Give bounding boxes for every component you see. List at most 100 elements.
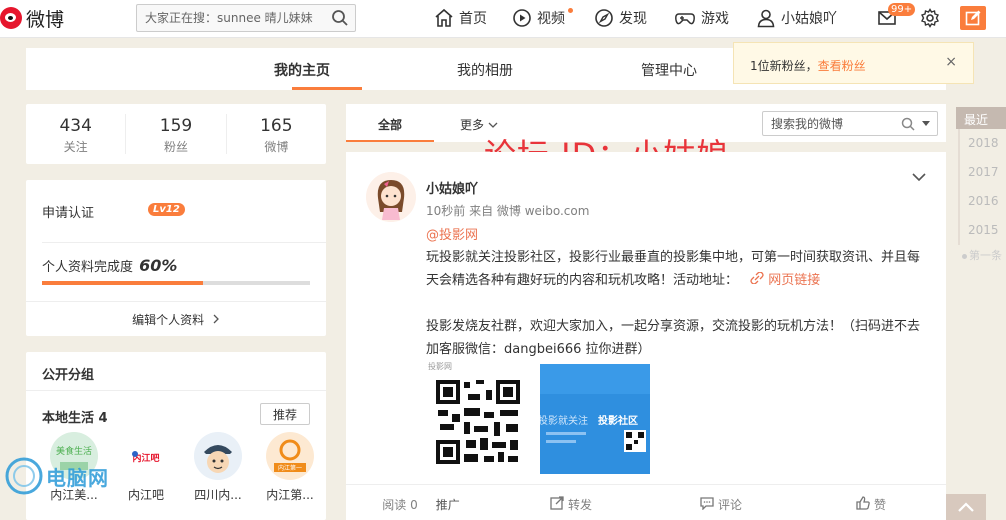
- nav-home[interactable]: 首页: [434, 6, 487, 30]
- web-link[interactable]: 网页链接: [768, 273, 820, 288]
- read-count-label: 阅读 0: [382, 498, 418, 512]
- weibo-logo[interactable]: 微博: [0, 4, 64, 32]
- tab-my-album[interactable]: 我的相册: [457, 60, 513, 80]
- apply-verify-link[interactable]: 申请认证: [42, 202, 94, 221]
- year-timeline: 最近 2018 2017 2016 2015 第一条: [956, 107, 1006, 263]
- search-input[interactable]: [137, 5, 323, 31]
- divider: [26, 301, 326, 302]
- recommend-button[interactable]: 推荐: [260, 403, 310, 425]
- nav-games[interactable]: 游戏: [674, 6, 729, 30]
- notice-text: 1位新粉丝，: [750, 59, 818, 73]
- mention-link[interactable]: @投影网: [426, 224, 478, 243]
- comment-button[interactable]: 评论: [646, 485, 796, 520]
- post-body: 玩投影就关注投影社区，投影行业最垂直的投影集中地，可第一时间获取资讯、并且每天会…: [426, 246, 926, 361]
- nav-user[interactable]: 小姑娘吖: [756, 6, 837, 30]
- banner-text-bold: 投影社区: [598, 414, 638, 427]
- tab-manage-center[interactable]: 管理中心: [641, 60, 697, 80]
- nav-discover-label: 发现: [619, 11, 647, 27]
- banner-graphic: 投影就关注 投影社区: [540, 364, 650, 474]
- timeline-first-label: 第一条: [969, 249, 1002, 262]
- divider: [26, 390, 326, 391]
- forward-icon: [550, 496, 564, 510]
- chevron-down-icon: [488, 122, 498, 128]
- nav-games-label: 游戏: [701, 11, 729, 27]
- group-item[interactable]: 内江第一 内江第...: [254, 432, 326, 503]
- group-label: 内江第...: [266, 488, 314, 502]
- close-icon[interactable]: ×: [945, 54, 957, 70]
- timeline-dot: [962, 254, 967, 259]
- post-paragraph: 投影发烧友社群，欢迎大家加入，一起分享资源，交流投影的玩机方法！（扫码进不去加客…: [426, 319, 921, 357]
- timeline-year[interactable]: 2015: [958, 216, 1006, 245]
- stat-weibo-count: 165: [260, 116, 293, 136]
- dropdown-icon[interactable]: [922, 121, 930, 127]
- tab-my-home[interactable]: 我的主页: [274, 60, 330, 80]
- profile-complete-percent: 60%: [139, 256, 178, 275]
- comment-icon: [700, 497, 714, 510]
- chevron-right-icon: [213, 314, 219, 324]
- compose-button[interactable]: [960, 6, 986, 30]
- timeline-year[interactable]: 2018: [958, 129, 1006, 158]
- nav-user-label: 小姑娘吖: [781, 11, 837, 27]
- qrcode-graphic: [434, 378, 522, 466]
- stat-weibo-label: 微博: [264, 140, 289, 154]
- profile-stats: 434 关注 159 粉丝 165 微博: [26, 104, 326, 164]
- profile-info-card: 申请认证 Lv12 个人资料完成度 60% 编辑个人资料: [26, 180, 326, 336]
- stat-fans[interactable]: 159 粉丝: [126, 114, 227, 154]
- profile-complete: 个人资料完成度 60%: [42, 256, 177, 275]
- nav-home-label: 首页: [459, 11, 487, 27]
- post-avatar[interactable]: [366, 172, 416, 222]
- settings-button[interactable]: [920, 6, 945, 30]
- watermark-circle-icon: [5, 457, 43, 495]
- search-icon[interactable]: [901, 117, 915, 131]
- chevron-down-icon[interactable]: [912, 172, 926, 182]
- compass-icon: [595, 9, 613, 27]
- forward-button[interactable]: 转发: [496, 485, 646, 520]
- post-paragraph: 玩投影就关注投影社区，投影行业最垂直的投影集中地，可第一时间获取资讯、并且每天会…: [426, 250, 921, 288]
- video-icon: [513, 9, 531, 27]
- view-fans-link[interactable]: 查看粉丝: [818, 59, 866, 73]
- stat-following-label: 关注: [63, 140, 88, 154]
- my-weibo-search-input[interactable]: [763, 112, 893, 135]
- timeline-first-post[interactable]: 第一条: [956, 247, 1006, 263]
- thumbs-up-icon: [856, 496, 870, 510]
- gear-icon: [921, 8, 939, 28]
- post-image-qrcode[interactable]: 投影网: [428, 362, 532, 476]
- nav-video[interactable]: 视频: [512, 6, 565, 30]
- progress-fill: [42, 281, 203, 285]
- group-avatar: [194, 432, 242, 480]
- global-search: [136, 4, 356, 32]
- group-label: 内江吧: [127, 488, 164, 502]
- forward-label: 转发: [567, 498, 592, 512]
- gamepad-icon: [675, 13, 695, 25]
- timeline-year[interactable]: 2016: [958, 187, 1006, 216]
- video-new-dot: [568, 8, 573, 13]
- stat-fans-count: 159: [159, 116, 193, 136]
- stat-following[interactable]: 434 关注: [26, 114, 127, 154]
- back-to-top-button[interactable]: [946, 494, 986, 520]
- edit-profile-link[interactable]: 编辑个人资料: [26, 311, 326, 328]
- timeline-year[interactable]: 2017: [958, 158, 1006, 187]
- group-avatar: 内江吧: [122, 432, 170, 480]
- stat-following-count: 434: [59, 116, 92, 136]
- comment-label: 评论: [717, 498, 742, 512]
- tab-all[interactable]: 全部: [346, 104, 434, 142]
- stat-weibo[interactable]: 165 微博: [227, 114, 326, 154]
- profile-complete-label: 个人资料完成度: [42, 260, 134, 275]
- post-meta: 10秒前 来自 微博 weibo.com: [426, 204, 590, 218]
- group-item[interactable]: 四川内...: [182, 432, 254, 503]
- my-weibo-search: [762, 111, 938, 136]
- post-image-banner[interactable]: 投影就关注 投影社区: [540, 364, 650, 474]
- weibo-post: 小姑娘吖 10秒前 来自 微博 weibo.com @投影网 玩投影就关注投影社…: [346, 152, 946, 520]
- compose-icon: [965, 10, 981, 26]
- group-avatar-text: 内江第一: [278, 464, 302, 472]
- timeline-recent[interactable]: 最近: [956, 107, 1006, 129]
- search-icon[interactable]: [331, 9, 349, 27]
- stat-fans-label: 粉丝: [163, 140, 188, 154]
- post-author-name[interactable]: 小姑娘吖: [426, 178, 478, 197]
- promote-button[interactable]: 推广: [436, 496, 460, 513]
- link-icon: [750, 271, 764, 285]
- like-button[interactable]: 赞: [796, 485, 946, 520]
- group-item[interactable]: 内江吧 内江吧: [110, 432, 182, 503]
- level-badge[interactable]: Lv12: [148, 203, 185, 216]
- nav-discover[interactable]: 发现: [594, 6, 647, 30]
